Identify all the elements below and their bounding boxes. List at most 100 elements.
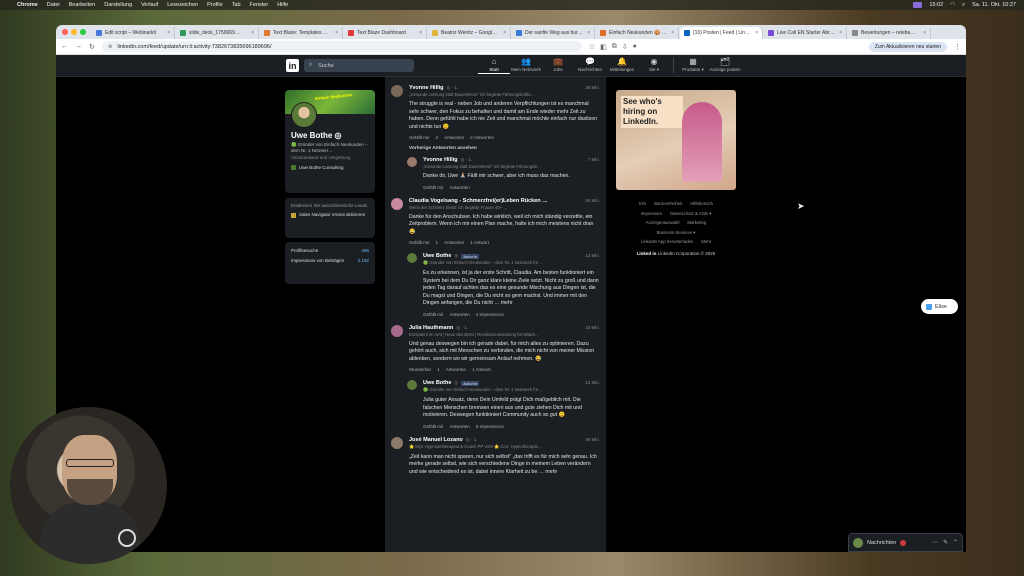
- menu-hilfe[interactable]: Hilfe: [277, 2, 288, 8]
- menu-darstellung[interactable]: Darstellung: [104, 2, 132, 8]
- menu-tab[interactable]: Tab: [232, 2, 241, 8]
- compose-icon[interactable]: ✎: [943, 539, 948, 546]
- search-input[interactable]: ⌕ Suche: [304, 59, 414, 72]
- footer-link[interactable]: Hilfebereich: [690, 201, 713, 206]
- comment-action[interactable]: Antworten: [450, 424, 470, 429]
- tab-0[interactable]: Edit script – Webinarkit ×: [92, 27, 175, 39]
- menu-bearbeiten[interactable]: Bearbeiten: [69, 2, 96, 8]
- tab-3[interactable]: Text Blaze Dashboard ×: [344, 27, 427, 39]
- avatar[interactable]: [391, 324, 403, 337]
- commenter-name[interactable]: Yvonne Hillig: [409, 85, 444, 91]
- recording-icon[interactable]: [913, 2, 923, 8]
- close-tab-icon[interactable]: ×: [587, 30, 590, 36]
- address-bar[interactable]: ⚙ linkedin.com/feed/update/urn:li:activi…: [101, 41, 582, 52]
- nav-item-0[interactable]: ⌂ Start: [478, 57, 510, 74]
- nav-item-2[interactable]: 💼 Jobs: [542, 57, 574, 74]
- footer-link[interactable]: Anzeigenauswahl: [646, 220, 680, 225]
- update-button[interactable]: Zum Aktualisieren neu starten: [868, 41, 947, 52]
- comment-action[interactable]: Antworten: [446, 367, 466, 372]
- messaging-bar[interactable]: Nachrichten ⋯ ✎ ⌃: [848, 533, 963, 552]
- extension-icon[interactable]: ◧: [600, 43, 607, 51]
- wifi-icon[interactable]: ◠: [950, 2, 955, 8]
- profile-avatar-icon[interactable]: ●: [633, 43, 637, 50]
- commenter-name[interactable]: Uwe Bothe: [423, 253, 451, 259]
- puzzle-icon[interactable]: ⧉: [612, 43, 617, 51]
- more-icon[interactable]: ⋯: [932, 539, 938, 546]
- avatar[interactable]: [391, 85, 403, 97]
- nav-item-1[interactable]: 👥 Mein Netzwerk: [510, 57, 542, 74]
- stat-profile-visits[interactable]: Profilbesuche 496: [291, 248, 369, 253]
- bookmark-star-icon[interactable]: ☆: [589, 43, 595, 51]
- nav-item-3[interactable]: 💬 Nachrichten: [574, 57, 606, 74]
- stat-impressions[interactable]: Impressions von Beiträgen 2.192: [291, 258, 369, 263]
- footer-link[interactable]: Info: [639, 201, 646, 206]
- site-info-icon[interactable]: ⚙: [108, 44, 112, 50]
- comment-action[interactable]: 6 Impressions: [476, 424, 504, 429]
- commenter-name[interactable]: Claudia Vogelsang - Schmerzfrei(er)Leben…: [409, 198, 548, 204]
- chevron-up-icon[interactable]: ⌃: [953, 539, 958, 546]
- close-tab-icon[interactable]: ×: [671, 30, 674, 36]
- close-tab-icon[interactable]: ×: [923, 30, 926, 36]
- tab-6[interactable]: Einfach Neukunden 🍪 … ×: [596, 27, 679, 39]
- profile-company[interactable]: Uwe Bothe Consulting: [291, 165, 344, 170]
- close-tab-icon[interactable]: ×: [251, 30, 254, 36]
- close-tab-icon[interactable]: ×: [167, 30, 170, 36]
- comment-action[interactable]: Antworten: [444, 240, 464, 245]
- nav-item-6[interactable]: ▦ Produkte ▾: [677, 57, 709, 74]
- comment-action[interactable]: 1: [437, 367, 440, 372]
- menu-fenster[interactable]: Fenster: [250, 2, 269, 8]
- close-tab-icon[interactable]: ×: [755, 30, 758, 36]
- minimize-window-icon[interactable]: [71, 29, 77, 35]
- comment-action[interactable]: Antworten: [450, 312, 470, 317]
- comment-action[interactable]: Gefällt mir: [423, 424, 444, 429]
- menu-profile[interactable]: Profile: [207, 2, 223, 8]
- comment-action[interactable]: Gefällt mir: [409, 240, 430, 245]
- close-window-icon[interactable]: [62, 29, 68, 35]
- tab-5[interactable]: Der sanfte Weg aus bur… ×: [512, 27, 595, 39]
- profile-card[interactable]: Einfach Neukunden Uwe Bothe ◎ 🟢 Gründer …: [285, 90, 375, 193]
- search-icon[interactable]: ⌕: [962, 2, 965, 9]
- download-icon[interactable]: ⇩: [622, 43, 628, 51]
- comment-action[interactable]: 1 Antwort: [470, 240, 489, 245]
- commenter-name[interactable]: Julia Hauthmann: [409, 325, 453, 331]
- comment-action[interactable]: 1: [436, 240, 439, 245]
- tab-1[interactable]: slide_deck_1759669… ×: [176, 27, 259, 39]
- sales-navigator-link[interactable]: Sales Navigator erneut aktivieren: [291, 212, 369, 218]
- comment-action[interactable]: 4 Impressions: [476, 312, 504, 317]
- forward-icon[interactable]: →: [75, 43, 82, 50]
- avatar[interactable]: [291, 102, 317, 128]
- clock[interactable]: Sa. 11. Okt. 10:27: [972, 2, 1016, 8]
- footer-link[interactable]: LinkedIn App herunterladen: [641, 239, 694, 244]
- avatar[interactable]: [391, 197, 403, 210]
- avatar[interactable]: [407, 380, 417, 390]
- close-tab-icon[interactable]: ×: [335, 30, 338, 36]
- tab-8[interactable]: Live Call EN Starter Abr… ×: [764, 27, 847, 39]
- avatar[interactable]: [407, 157, 417, 167]
- nav-item-4[interactable]: 🔔 Mitteilungen: [606, 57, 638, 74]
- tab-2[interactable]: Text Blaze: Templates … ×: [260, 27, 343, 39]
- menu-chrome[interactable]: Chrome: [17, 2, 38, 8]
- footer-link[interactable]: Impressum: [641, 211, 662, 216]
- avatar[interactable]: [391, 436, 403, 449]
- comment-action[interactable]: 1 Antwort: [472, 367, 491, 372]
- comment-action[interactable]: Antworten: [450, 185, 470, 190]
- comment-action[interactable]: Gefällt mir: [423, 185, 444, 190]
- avatar[interactable]: [407, 253, 417, 263]
- tab-7[interactable]: (10) Posten | Feed | Lin… ×: [680, 27, 763, 39]
- menu-lesezeichen[interactable]: Lesezeichen: [167, 2, 198, 8]
- reload-icon[interactable]: ↻: [89, 43, 95, 51]
- comment-action[interactable]: Wunderbar: [409, 367, 431, 372]
- linkedin-logo-icon[interactable]: in: [286, 59, 299, 72]
- footer-link[interactable]: Mehr: [701, 239, 711, 244]
- menu-datei[interactable]: Datei: [47, 2, 60, 8]
- comment-action[interactable]: Gefällt mir: [409, 135, 430, 140]
- close-tab-icon[interactable]: ×: [503, 30, 506, 36]
- tab-9[interactable]: Bewertungen – reteba… ×: [848, 27, 931, 39]
- hiring-ad[interactable]: See who's hiring on LinkedIn.: [616, 90, 736, 190]
- footer-link[interactable]: Business-Services ▾: [657, 230, 696, 235]
- profile-name[interactable]: Uwe Bothe ◎: [291, 131, 342, 140]
- previous-answers-link[interactable]: Vorherige Antworten ansehen: [385, 146, 606, 151]
- comment-action[interactable]: Gefällt mir: [423, 312, 444, 317]
- comment-action[interactable]: 2 Antworten: [470, 135, 494, 140]
- back-icon[interactable]: ←: [61, 43, 68, 50]
